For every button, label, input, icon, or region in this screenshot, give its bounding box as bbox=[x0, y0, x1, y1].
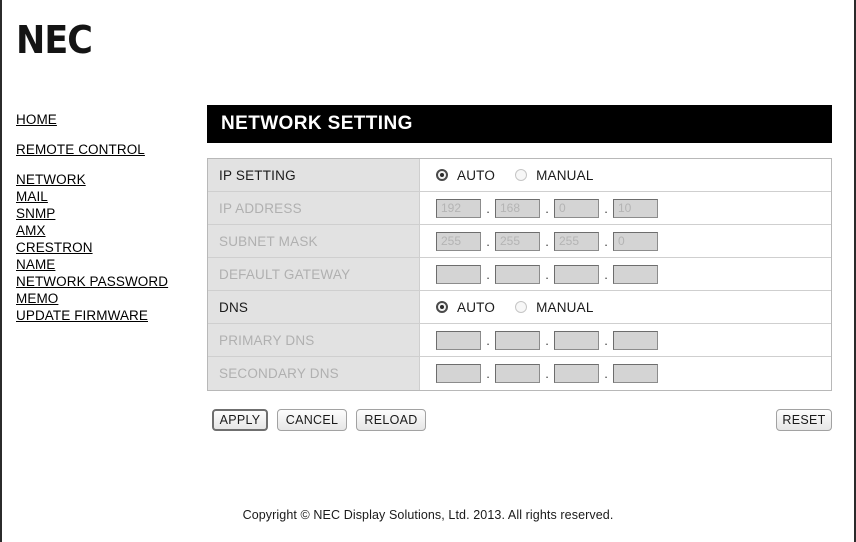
octet-separator: . bbox=[604, 200, 608, 216]
row-label-default-gateway: DEFAULT GATEWAY bbox=[208, 258, 420, 290]
octet-separator: . bbox=[604, 366, 608, 381]
secondary-dns-octet-2[interactable] bbox=[495, 364, 540, 383]
subnet-mask-octet-1[interactable]: 255 bbox=[436, 231, 481, 251]
secondary-dns-octet-1[interactable] bbox=[436, 364, 481, 383]
table-row: IP ADDRESS 192 . 168 . 0 . 10 bbox=[208, 192, 831, 225]
subnet-mask-octet-group: 255 . 255 . 255 . 0 bbox=[436, 231, 658, 251]
ip-setting-manual-option[interactable]: MANUAL bbox=[515, 168, 593, 183]
dns-auto-label: AUTO bbox=[457, 299, 496, 315]
row-label-dns: DNS bbox=[208, 291, 420, 323]
ip-address-octet-1[interactable]: 192 bbox=[436, 198, 481, 218]
secondary-dns-octet-3[interactable] bbox=[554, 364, 599, 383]
octet-separator: . bbox=[486, 200, 490, 216]
reload-button[interactable]: RELOAD bbox=[356, 409, 426, 431]
octet-separator: . bbox=[545, 332, 549, 348]
table-row: SECONDARY DNS . . . bbox=[208, 357, 831, 390]
dns-radio-group: AUTO MANUAL bbox=[436, 300, 614, 315]
octet-separator: . bbox=[545, 233, 549, 249]
subnet-mask-octet-4[interactable]: 0 bbox=[613, 231, 658, 251]
row-label-primary-dns: PRIMARY DNS bbox=[208, 324, 420, 356]
secondary-dns-octet-group: . . . bbox=[436, 364, 658, 383]
sidebar-item-mail[interactable]: MAIL bbox=[16, 189, 191, 205]
octet-separator: . bbox=[486, 266, 490, 282]
dns-auto-option[interactable]: AUTO bbox=[436, 300, 495, 315]
table-row: IP SETTING AUTO MANUAL bbox=[208, 159, 831, 192]
octet-separator: . bbox=[486, 332, 490, 348]
row-label-secondary-dns: SECONDARY DNS bbox=[208, 357, 420, 390]
table-row: PRIMARY DNS . . . bbox=[208, 324, 831, 357]
dns-manual-option[interactable]: MANUAL bbox=[515, 300, 593, 315]
ip-setting-manual-label: MANUAL bbox=[536, 167, 594, 183]
octet-separator: . bbox=[604, 266, 608, 282]
default-gateway-octet-2[interactable] bbox=[495, 264, 540, 284]
octet-separator: . bbox=[545, 200, 549, 216]
reset-button[interactable]: RESET bbox=[776, 409, 832, 431]
ip-address-octet-2[interactable]: 168 bbox=[495, 198, 540, 218]
secondary-dns-octet-4[interactable] bbox=[613, 364, 658, 383]
radio-unselected-icon[interactable] bbox=[515, 169, 528, 181]
apply-button[interactable]: APPLY bbox=[212, 409, 268, 431]
subnet-mask-octet-3[interactable]: 255 bbox=[554, 231, 599, 251]
sidebar-item-name[interactable]: NAME bbox=[16, 257, 191, 273]
nec-logo: NEC bbox=[16, 18, 93, 62]
sidebar-item-crestron[interactable]: CRESTRON bbox=[16, 240, 191, 256]
octet-separator: . bbox=[604, 332, 608, 348]
sidebar-item-memo[interactable]: MEMO bbox=[16, 291, 191, 307]
table-row: DNS AUTO MANUAL bbox=[208, 291, 831, 324]
radio-selected-icon[interactable] bbox=[436, 301, 448, 313]
ip-address-octet-4[interactable]: 10 bbox=[613, 198, 658, 218]
row-value-ip-address: 192 . 168 . 0 . 10 bbox=[420, 192, 831, 224]
default-gateway-octet-4[interactable] bbox=[613, 264, 658, 284]
sidebar-item-amx[interactable]: AMX bbox=[16, 223, 191, 239]
row-label-ip-setting: IP SETTING bbox=[208, 159, 420, 191]
copyright-footer: Copyright © NEC Display Solutions, Ltd. … bbox=[242, 508, 614, 522]
ip-address-octet-group: 192 . 168 . 0 . 10 bbox=[436, 198, 658, 218]
ip-setting-radio-group: AUTO MANUAL bbox=[436, 168, 614, 183]
sidebar-item-remote-control[interactable]: REMOTE CONTROL bbox=[16, 142, 191, 158]
network-settings-table: IP SETTING AUTO MANUAL IP ADDRESS 192 . … bbox=[207, 158, 832, 391]
ip-setting-auto-option[interactable]: AUTO bbox=[436, 168, 495, 183]
row-value-subnet-mask: 255 . 255 . 255 . 0 bbox=[420, 225, 831, 257]
default-gateway-octet-group: . . . bbox=[436, 264, 658, 284]
primary-dns-octet-3[interactable] bbox=[554, 330, 599, 350]
primary-dns-octet-group: . . . bbox=[436, 330, 658, 350]
page-title: NETWORK SETTING bbox=[207, 105, 832, 143]
default-gateway-octet-3[interactable] bbox=[554, 264, 599, 284]
table-row: DEFAULT GATEWAY . . . bbox=[208, 258, 831, 291]
action-button-bar: APPLY CANCEL RELOAD RESET bbox=[207, 409, 832, 433]
sidebar-group-settings: NETWORK MAIL SNMP AMX CRESTRON NAME NETW… bbox=[16, 172, 191, 324]
page-root: NEC HOME REMOTE CONTROL NETWORK MAIL SNM… bbox=[0, 0, 856, 542]
row-value-primary-dns: . . . bbox=[420, 324, 831, 356]
octet-separator: . bbox=[545, 366, 549, 381]
subnet-mask-octet-2[interactable]: 255 bbox=[495, 231, 540, 251]
radio-unselected-icon[interactable] bbox=[515, 301, 528, 313]
row-value-ip-setting: AUTO MANUAL bbox=[420, 159, 831, 191]
octet-separator: . bbox=[486, 366, 490, 381]
sidebar-nav: HOME REMOTE CONTROL NETWORK MAIL SNMP AM… bbox=[16, 112, 191, 324]
sidebar-item-home[interactable]: HOME bbox=[16, 112, 191, 128]
table-row: SUBNET MASK 255 . 255 . 255 . 0 bbox=[208, 225, 831, 258]
octet-separator: . bbox=[604, 233, 608, 249]
row-value-dns: AUTO MANUAL bbox=[420, 291, 831, 323]
row-value-secondary-dns: . . . bbox=[420, 357, 831, 390]
octet-separator: . bbox=[486, 233, 490, 249]
octet-separator: . bbox=[545, 266, 549, 282]
sidebar-item-update-firmware[interactable]: UPDATE FIRMWARE bbox=[16, 308, 191, 324]
dns-manual-label: MANUAL bbox=[536, 299, 594, 315]
row-label-subnet-mask: SUBNET MASK bbox=[208, 225, 420, 257]
cancel-button[interactable]: CANCEL bbox=[277, 409, 347, 431]
ip-address-octet-3[interactable]: 0 bbox=[554, 198, 599, 218]
radio-selected-icon[interactable] bbox=[436, 169, 448, 181]
sidebar-item-snmp[interactable]: SNMP bbox=[16, 206, 191, 222]
row-label-ip-address: IP ADDRESS bbox=[208, 192, 420, 224]
primary-dns-octet-4[interactable] bbox=[613, 330, 658, 350]
primary-dns-octet-1[interactable] bbox=[436, 330, 481, 350]
sidebar-item-network[interactable]: NETWORK bbox=[16, 172, 191, 188]
row-value-default-gateway: . . . bbox=[420, 258, 831, 290]
sidebar-item-network-password[interactable]: NETWORK PASSWORD bbox=[16, 274, 191, 290]
primary-dns-octet-2[interactable] bbox=[495, 330, 540, 350]
default-gateway-octet-1[interactable] bbox=[436, 264, 481, 284]
ip-setting-auto-label: AUTO bbox=[457, 167, 496, 183]
